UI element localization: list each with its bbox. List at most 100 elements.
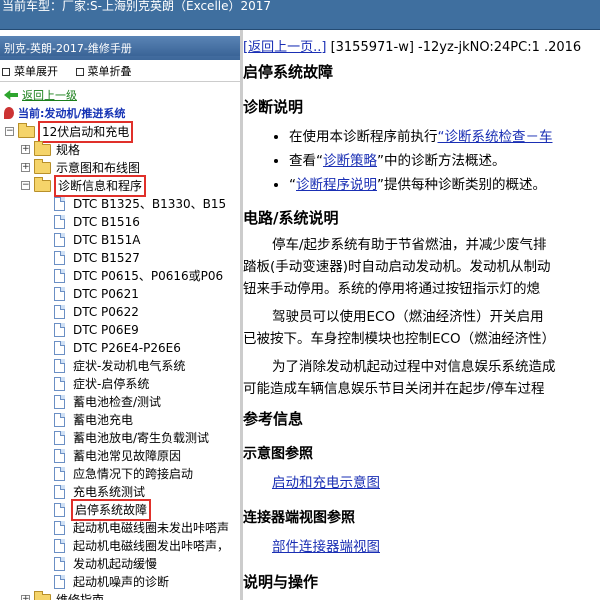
tree-item[interactable]: DTC P06E9 [0,321,240,339]
doc-reference: [3155971-w] -12yz-jkNO:24PC:1 .2016 [330,40,582,55]
location-icon [4,107,14,119]
tree-label: 起动机电磁线圈发出咔嗒声， [73,539,230,553]
doc-title: 启停系统故障 [243,63,334,81]
tree-label: 示意图和布线图 [56,161,141,175]
diag-system-check-link[interactable]: “诊断系统检查－车 [438,129,553,145]
tree-item[interactable]: 起动机噪声的诊断 [0,573,240,591]
tree-item[interactable]: DTC P0622 [0,303,240,321]
collapse-all-button[interactable]: 菜单折叠 [75,65,132,78]
tree-label: 蓄电池放电/寄生负载测试 [73,431,210,445]
expand-toggle-icon[interactable]: + [21,145,30,154]
schematic-link[interactable]: 启动和充电示意图 [272,475,380,491]
tree-item[interactable]: 蓄电池放电/寄生负载测试 [0,429,240,447]
expand-all-button[interactable]: 菜单展开 [2,65,58,78]
connector-ref-heading: 连接器端视图参照 [243,510,355,526]
tree-item[interactable]: DTC B151A [0,231,240,249]
tree-item[interactable]: 症状-发动机电气系统 [0,357,240,375]
document-icon [54,305,65,319]
tree-item[interactable]: DTC P26E4-P26E6 [0,339,240,357]
tree-item[interactable]: 起动机电磁线圈发出咔嗒声， [0,537,240,555]
tree-item[interactable]: 发动机起动缓慢 [0,555,240,573]
back-page-link[interactable]: [返回上一页..] [243,40,326,55]
tree-item[interactable]: DTC P0621 [0,285,240,303]
circuit-paragraph-2: 驾驶员可以使用ECO（燃油经济性）开关启用 已被按下。车身控制模块也控制ECO（… [243,309,556,347]
reference-heading: 参考信息 [243,410,304,428]
manual-sidebar: 别克-英朗-2017-维修手册 菜单展开 菜单折叠 返回上一级 当前:发动机/推… [0,30,240,600]
circuit-paragraph-3: 为了消除发动机起动过程中对信息娱乐系统造成 可能造成车辆信息娱乐节目关闭并在起步… [243,359,556,397]
tree-item[interactable]: 蓄电池检查/测试 [0,393,240,411]
schematic-ref-heading: 示意图参照 [243,446,313,462]
tree-item[interactable]: DTC B1527 [0,249,240,267]
tree-label: 维修指南 [56,593,105,600]
document-icon [54,557,65,571]
tree-item[interactable]: 症状-启停系统 [0,375,240,393]
folder-icon [34,159,51,174]
tree-label: 应急情况下的跨接启动 [73,467,194,481]
tree-folder[interactable]: + 规格 [0,141,240,159]
tree-label: 12伏启动和充电 [37,121,134,143]
connector-view-link[interactable]: 部件连接器端视图 [272,539,380,555]
tree-label: 启停系统故障 [70,499,152,521]
document-icon [54,413,65,427]
tree-label: DTC B1527 [73,251,140,265]
tree-item[interactable]: DTC P0615、P0616或P06 [0,267,240,285]
tree-label: DTC P0622 [73,305,139,319]
document-icon [54,215,65,229]
document-icon [54,395,65,409]
collapse-toggle-icon[interactable]: − [5,127,14,136]
collapse-icon [75,68,84,76]
tree-label: DTC P0615、P0616或P06 [73,269,224,283]
diag-bullets: 在使用本诊断程序前执行“诊断系统检查－车 查看“诊断策略”中的诊断方法概述。 “… [273,125,600,197]
document-icon [54,575,65,589]
tree-label: 蓄电池充电 [73,413,134,427]
tree-folder[interactable]: + 维修指南 [0,591,240,600]
tree-label: 发动机起动缓慢 [73,557,158,571]
folder-icon [18,123,35,138]
diag-strategy-link[interactable]: 诊断策略 [323,153,377,169]
tree-item[interactable]: 起动机电磁线圈未发出咔嗒声 [0,519,240,537]
tree-item[interactable]: 启停系统故障 [0,499,240,521]
folder-icon [34,591,51,600]
expand-icon [2,68,10,76]
diag-procedure-link[interactable]: 诊断程序说明 [296,177,377,193]
document-icon [54,449,65,463]
diag-heading: 诊断说明 [243,98,304,116]
folder-icon [34,177,51,192]
expand-toggle-icon[interactable]: + [21,595,30,600]
tree-folder[interactable]: + 示意图和布线图 [0,159,240,177]
tree-item[interactable]: 蓄电池常见故障原因 [0,447,240,465]
circuit-heading: 电路/系统说明 [243,209,339,227]
tree-folder[interactable]: − 诊断信息和程序 [0,175,240,197]
tree-label: DTC B1516 [73,215,140,229]
tree-item[interactable]: 充电系统测试 [0,483,240,501]
folder-icon [34,141,51,156]
tree-item[interactable]: 蓄电池充电 [0,411,240,429]
back-level-link[interactable]: 返回上一级 [0,87,240,105]
tree-label: DTC P06E9 [73,323,139,337]
collapse-toggle-icon[interactable]: − [21,181,30,190]
tree-item[interactable]: 应急情况下的跨接启动 [0,465,240,483]
document-icon [54,287,65,301]
document-icon [54,233,65,247]
document-icon [54,377,65,391]
tree-label: 起动机电磁线圈未发出咔嗒声 [73,521,230,535]
document-icon [54,503,65,517]
tree-label: 蓄电池检查/测试 [73,395,162,409]
nav-tree: 返回上一级 当前:发动机/推进系统 − 12伏启动和充电 + 规格 + 示意图和布线图 − 诊… [0,82,240,600]
tree-item[interactable]: DTC B1325、B1330、B15 [0,195,240,213]
back-arrow-icon [4,90,18,100]
document-icon [54,251,65,265]
document-pane: [返回上一页..] [3155971-w] -12yz-jkNO:24PC:1 … [243,30,600,600]
tree-label: DTC P0621 [73,287,139,301]
manual-title-bar: 别克-英朗-2017-维修手册 [0,30,240,60]
tree-item[interactable]: DTC B1516 [0,213,240,231]
document-icon [54,485,65,499]
manual-title: 别克-英朗-2017-维修手册 [4,42,132,55]
description-operation-heading: 说明与操作 [243,573,319,591]
vehicle-info-bar: 当前车型：厂家:S-上海别克英朗（Excelle）2017 [0,0,600,30]
current-location: 当前:发动机/推进系统 [0,105,240,123]
tree-folder[interactable]: − 12伏启动和充电 [0,121,240,143]
tree-label: 症状-发动机电气系统 [73,359,186,373]
vehicle-info-text: 当前车型：厂家:S-上海别克英朗（Excelle）2017 [2,0,272,13]
expand-toggle-icon[interactable]: + [21,163,30,172]
